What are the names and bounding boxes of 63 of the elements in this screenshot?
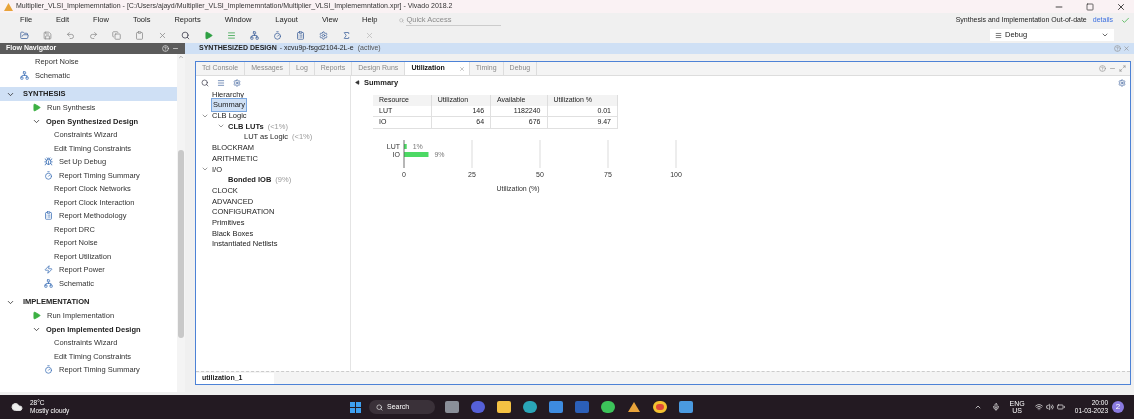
word-icon[interactable] xyxy=(575,401,589,413)
meet-icon[interactable] xyxy=(471,401,485,413)
folder-icon[interactable] xyxy=(497,401,511,413)
sigma-icon[interactable] xyxy=(342,30,351,40)
bug-icon xyxy=(44,157,53,167)
scrollbar[interactable] xyxy=(177,54,185,392)
collapse-icon[interactable] xyxy=(217,78,225,87)
chevron-up-icon[interactable] xyxy=(973,403,982,411)
play-icon xyxy=(32,103,41,113)
timer-icon xyxy=(44,365,53,375)
open-icon[interactable] xyxy=(20,30,29,40)
list-icon xyxy=(995,31,1002,39)
settings-icon[interactable] xyxy=(319,30,328,40)
run-icon[interactable] xyxy=(204,30,213,40)
power-icon xyxy=(44,265,53,275)
minimize-icon[interactable] xyxy=(172,45,179,52)
play-icon xyxy=(32,311,41,321)
timer-icon[interactable] xyxy=(273,30,282,40)
delete-icon[interactable] xyxy=(158,30,167,40)
photos-icon[interactable] xyxy=(679,401,693,413)
start-icon[interactable] xyxy=(350,401,361,413)
search-icon[interactable] xyxy=(181,30,190,40)
restore-icon[interactable] xyxy=(1086,2,1094,11)
chevron-down-icon xyxy=(1101,31,1109,39)
battery-icon[interactable] xyxy=(1056,403,1065,411)
close-tab-icon[interactable] xyxy=(458,65,465,72)
paste-icon[interactable] xyxy=(135,30,144,40)
schematic-icon xyxy=(20,70,29,80)
save-icon[interactable] xyxy=(43,30,52,40)
minimize-icon[interactable] xyxy=(1109,65,1116,72)
schematic-icon[interactable] xyxy=(250,30,259,40)
schematic-icon xyxy=(44,278,53,288)
check-icon xyxy=(1121,15,1130,25)
chrome-icon[interactable] xyxy=(653,401,667,413)
weather-icon[interactable] xyxy=(10,401,24,413)
scroll-up-icon[interactable] xyxy=(178,54,184,60)
app-logo-icon[interactable] xyxy=(627,401,641,413)
clipboard-icon xyxy=(44,211,53,221)
help-icon[interactable] xyxy=(1114,45,1121,52)
help-icon[interactable] xyxy=(1099,65,1106,72)
volume-icon[interactable] xyxy=(1045,403,1054,411)
redo-icon[interactable] xyxy=(89,30,98,40)
search-icon xyxy=(376,403,383,411)
whatsapp-icon[interactable] xyxy=(601,401,615,413)
settings-icon[interactable] xyxy=(1118,78,1126,87)
search-icon[interactable] xyxy=(201,78,209,87)
notification-badge[interactable]: 2 xyxy=(1112,401,1124,413)
wifi-icon[interactable] xyxy=(1034,403,1043,411)
copy-icon[interactable] xyxy=(112,30,121,40)
close-icon[interactable] xyxy=(1116,1,1126,12)
task-view-icon[interactable] xyxy=(445,401,459,413)
report-icon[interactable] xyxy=(296,30,305,40)
maximize-icon[interactable] xyxy=(1119,65,1126,72)
timer-icon xyxy=(44,170,53,180)
search-icon xyxy=(399,16,405,24)
store-icon[interactable] xyxy=(549,401,563,413)
edge-icon[interactable] xyxy=(523,401,537,413)
list-icon[interactable] xyxy=(227,30,236,40)
undo-icon[interactable] xyxy=(66,30,75,40)
bar xyxy=(404,143,407,149)
app-logo-icon xyxy=(4,2,13,11)
bar xyxy=(404,151,429,157)
microphone-icon[interactable] xyxy=(991,403,1000,411)
